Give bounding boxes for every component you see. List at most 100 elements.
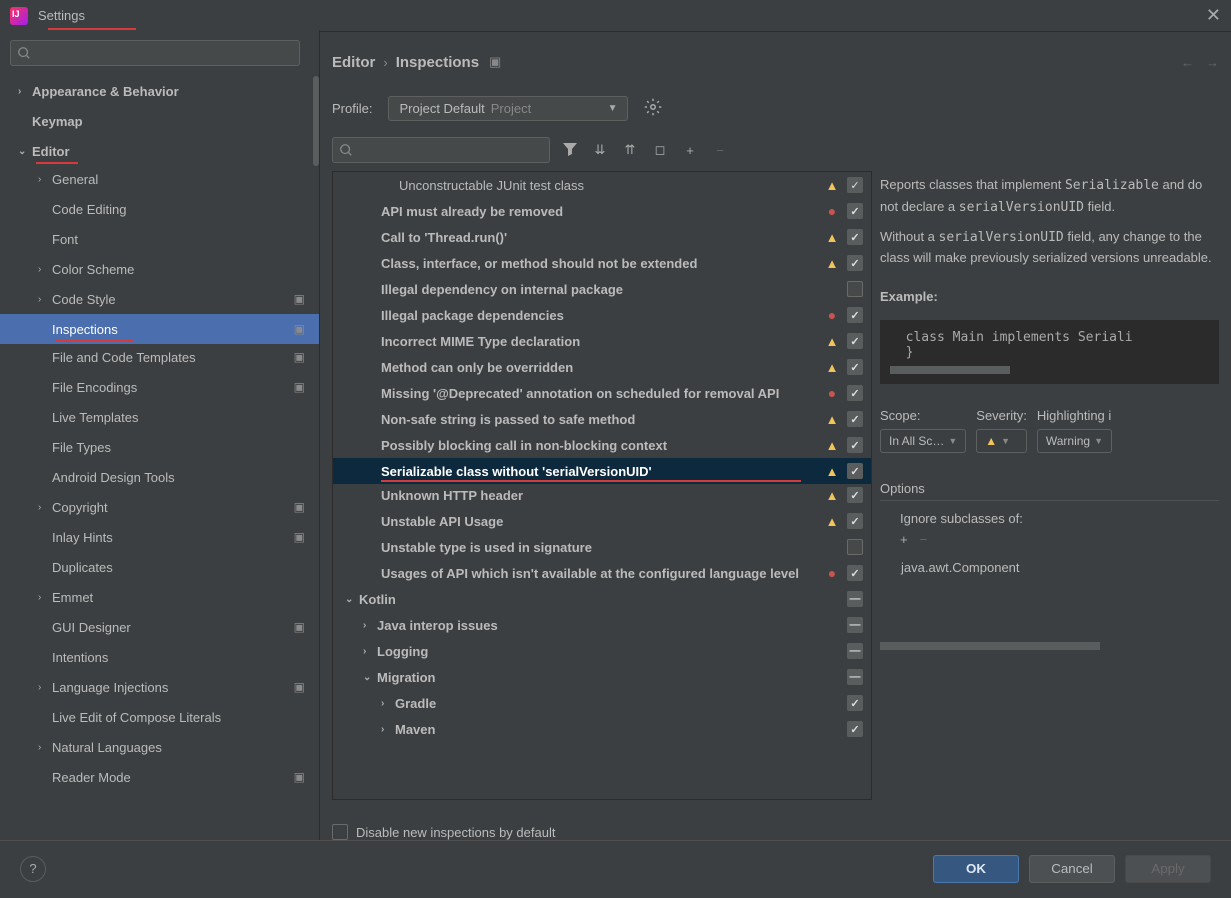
profile-dropdown[interactable]: Project Default Project ▼ — [388, 96, 628, 121]
inspection-row[interactable]: ›Gradle✓ — [333, 690, 871, 716]
options-scrollbar[interactable] — [880, 642, 1100, 650]
inspection-row[interactable]: Method can only be overridden▲✓ — [333, 354, 871, 380]
sidebar-item-android-design-tools[interactable]: Android Design Tools — [0, 462, 319, 492]
inspection-row[interactable]: Unstable API Usage▲✓ — [333, 508, 871, 534]
highlight-dropdown[interactable]: Warning▼ — [1037, 429, 1112, 453]
sidebar-item-file-and-code-templates[interactable]: File and Code Templates▣ — [0, 342, 319, 372]
inspection-checkbox[interactable]: ✓ — [847, 437, 863, 453]
remove-icon[interactable]: − — [710, 143, 730, 158]
warning-icon: ▲ — [823, 488, 841, 503]
inspection-checkbox[interactable]: ✓ — [847, 359, 863, 375]
scope-dropdown[interactable]: In All Sc…▼ — [880, 429, 966, 453]
reset-icon[interactable]: ◻ — [650, 142, 670, 158]
inspection-row[interactable]: ›Logging— — [333, 638, 871, 664]
inspection-checkbox[interactable]: ✓ — [847, 229, 863, 245]
sidebar-item-code-editing[interactable]: Code Editing — [0, 194, 319, 224]
example-scrollbar[interactable] — [890, 366, 1010, 374]
inspection-list[interactable]: Unconstructable JUnit test class▲✓API mu… — [332, 171, 872, 800]
sidebar-item-keymap[interactable]: Keymap — [0, 106, 319, 136]
help-icon[interactable]: ? — [20, 856, 46, 882]
sidebar-item-live-edit-of-compose-literals[interactable]: Live Edit of Compose Literals — [0, 702, 319, 732]
inspection-row[interactable]: Illegal dependency on internal package — [333, 276, 871, 302]
sidebar-item-duplicates[interactable]: Duplicates — [0, 552, 319, 582]
sidebar-item-inlay-hints[interactable]: Inlay Hints▣ — [0, 522, 319, 552]
inspection-checkbox[interactable]: — — [847, 591, 863, 607]
sidebar-item-reader-mode[interactable]: Reader Mode▣ — [0, 762, 319, 792]
inspection-row[interactable]: Missing '@Deprecated' annotation on sche… — [333, 380, 871, 406]
sidebar-item-code-style[interactable]: ›Code Style▣ — [0, 284, 319, 314]
nav-back-icon[interactable]: ← — [1181, 55, 1194, 70]
sidebar-item-language-injections[interactable]: ›Language Injections▣ — [0, 672, 319, 702]
sidebar-scrollbar[interactable] — [313, 76, 319, 166]
inspection-row[interactable]: Illegal package dependencies●✓ — [333, 302, 871, 328]
inspection-checkbox[interactable]: — — [847, 643, 863, 659]
sidebar-item-natural-languages[interactable]: ›Natural Languages — [0, 732, 319, 762]
sidebar-item-appearance-behavior[interactable]: ›Appearance & Behavior — [0, 76, 319, 106]
ignore-list-item[interactable]: java.awt.Component — [880, 553, 1219, 582]
sidebar-item-gui-designer[interactable]: GUI Designer▣ — [0, 612, 319, 642]
inspection-row[interactable]: ⌄Kotlin— — [333, 586, 871, 612]
opt-remove-icon[interactable]: − — [920, 532, 928, 547]
cancel-button[interactable]: Cancel — [1029, 855, 1115, 883]
inspection-checkbox[interactable] — [847, 281, 863, 297]
sidebar-item-intentions[interactable]: Intentions — [0, 642, 319, 672]
inspection-checkbox[interactable]: ✓ — [847, 385, 863, 401]
inspection-search-input[interactable] — [332, 137, 550, 163]
apply-button[interactable]: Apply — [1125, 855, 1211, 883]
nav-forward-icon[interactable]: → — [1206, 55, 1219, 70]
inspection-row[interactable]: Possibly blocking call in non-blocking c… — [333, 432, 871, 458]
sidebar-item-general[interactable]: ›General — [0, 164, 319, 194]
inspection-row[interactable]: ⌄Migration— — [333, 664, 871, 690]
warning-icon: ▲ — [823, 360, 841, 375]
sidebar-item-file-encodings[interactable]: File Encodings▣ — [0, 372, 319, 402]
inspection-checkbox[interactable]: ✓ — [847, 333, 863, 349]
inspection-row[interactable]: Incorrect MIME Type declaration▲✓ — [333, 328, 871, 354]
inspection-checkbox[interactable]: ✓ — [847, 463, 863, 479]
inspection-row[interactable]: Class, interface, or method should not b… — [333, 250, 871, 276]
sidebar-item-live-templates[interactable]: Live Templates — [0, 402, 319, 432]
inspection-row[interactable]: Unstable type is used in signature — [333, 534, 871, 560]
inspection-row[interactable]: Non-safe string is passed to safe method… — [333, 406, 871, 432]
expand-all-icon[interactable]: ⇊ — [590, 142, 610, 158]
opt-add-icon[interactable]: + — [900, 532, 908, 547]
breadcrumb-leaf: Inspections — [396, 54, 479, 71]
add-icon[interactable]: + — [680, 143, 700, 158]
inspection-checkbox[interactable]: ✓ — [847, 203, 863, 219]
inspection-row[interactable]: API must already be removed●✓ — [333, 198, 871, 224]
inspection-checkbox[interactable]: — — [847, 669, 863, 685]
settings-tree[interactable]: ›Appearance & BehaviorKeymap⌄Editor›Gene… — [0, 76, 319, 840]
inspection-checkbox[interactable]: ✓ — [847, 255, 863, 271]
severity-dropdown[interactable]: ▲▼ — [976, 429, 1027, 453]
sidebar-search-input[interactable] — [10, 40, 300, 66]
sidebar-item-copyright[interactable]: ›Copyright▣ — [0, 492, 319, 522]
gear-icon[interactable] — [644, 98, 662, 119]
inspection-checkbox[interactable]: ✓ — [847, 411, 863, 427]
sidebar-item-font[interactable]: Font — [0, 224, 319, 254]
sidebar-item-label: Keymap — [32, 114, 83, 129]
sidebar-item-file-types[interactable]: File Types — [0, 432, 319, 462]
inspection-checkbox[interactable]: — — [847, 617, 863, 633]
sidebar-item-inspections[interactable]: Inspections▣ — [0, 314, 319, 344]
filter-icon[interactable] — [560, 141, 580, 160]
ok-button[interactable]: OK — [933, 855, 1019, 883]
inspection-checkbox[interactable]: ✓ — [847, 487, 863, 503]
inspection-row[interactable]: ›Java interop issues— — [333, 612, 871, 638]
inspection-row[interactable]: Unknown HTTP header▲✓ — [333, 482, 871, 508]
inspection-row[interactable]: Usages of API which isn't available at t… — [333, 560, 871, 586]
inspection-checkbox[interactable]: ✓ — [847, 177, 863, 193]
collapse-all-icon[interactable]: ⇈ — [620, 142, 640, 158]
sidebar-item-color-scheme[interactable]: ›Color Scheme — [0, 254, 319, 284]
inspection-row[interactable]: Call to 'Thread.run()'▲✓ — [333, 224, 871, 250]
inspection-row[interactable]: Unconstructable JUnit test class▲✓ — [333, 172, 871, 198]
inspection-row[interactable]: ›Maven✓ — [333, 716, 871, 742]
inspection-checkbox[interactable]: ✓ — [847, 721, 863, 737]
sidebar-item-emmet[interactable]: ›Emmet — [0, 582, 319, 612]
inspection-label: Unconstructable JUnit test class — [399, 178, 823, 193]
inspection-checkbox[interactable]: ✓ — [847, 513, 863, 529]
close-icon[interactable]: ✕ — [1206, 5, 1221, 26]
inspection-checkbox[interactable]: ✓ — [847, 307, 863, 323]
disable-checkbox[interactable] — [332, 824, 348, 840]
inspection-checkbox[interactable] — [847, 539, 863, 555]
inspection-checkbox[interactable]: ✓ — [847, 565, 863, 581]
inspection-checkbox[interactable]: ✓ — [847, 695, 863, 711]
